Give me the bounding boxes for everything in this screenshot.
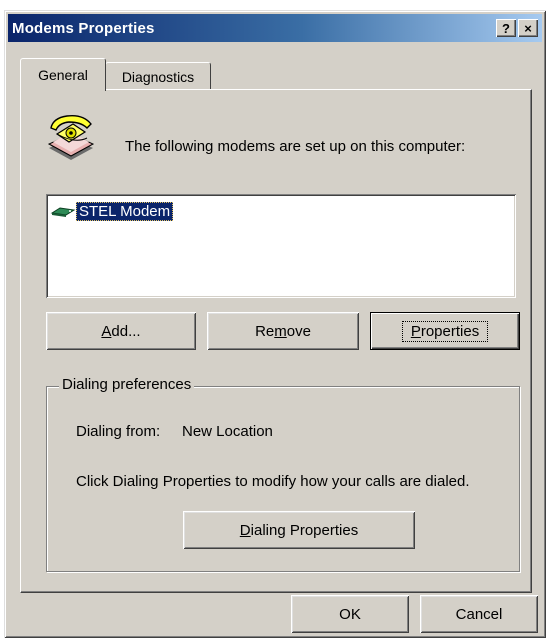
telephone-icon <box>47 114 95 160</box>
dialing-preferences-group: Dialing preferences Dialing from: New Lo… <box>46 376 520 572</box>
dialing-preferences-legend: Dialing preferences <box>59 376 195 393</box>
properties-button-label: Properties <box>401 320 489 342</box>
dialing-note: Click Dialing Properties to modify how y… <box>76 473 470 490</box>
tab-general[interactable]: General <box>20 58 106 91</box>
add-button-label: Add... <box>101 322 141 340</box>
remove-button-label: Remove <box>255 322 311 340</box>
properties-button[interactable]: Properties <box>370 312 520 350</box>
cancel-button[interactable]: Cancel <box>420 595 538 633</box>
modem-icon <box>50 206 76 217</box>
remove-button[interactable]: Remove <box>207 312 359 350</box>
window-title: Modems Properties <box>12 19 155 37</box>
close-button[interactable]: × <box>518 19 538 37</box>
list-item-label: STEL Modem <box>76 202 174 221</box>
ok-button[interactable]: OK <box>291 595 409 633</box>
general-tab-panel: The following modems are set up on this … <box>20 89 532 593</box>
dialing-from-value: New Location <box>182 423 273 440</box>
add-button[interactable]: Add... <box>46 312 196 350</box>
dialing-from-label: Dialing from: <box>76 423 161 440</box>
title-bar[interactable]: Modems Properties ? × <box>8 14 542 42</box>
modems-properties-dialog: Modems Properties ? × General Diagnostic… <box>4 10 546 638</box>
intro-text: The following modems are set up on this … <box>125 138 466 155</box>
list-item[interactable]: STEL Modem <box>50 202 174 221</box>
tab-diagnostics[interactable]: Diagnostics <box>105 62 211 91</box>
modem-list[interactable]: STEL Modem <box>46 194 516 298</box>
dialing-properties-button-label: Dialing Properties <box>239 521 359 539</box>
help-button[interactable]: ? <box>496 19 516 37</box>
dialing-properties-button[interactable]: Dialing Properties <box>183 511 415 549</box>
